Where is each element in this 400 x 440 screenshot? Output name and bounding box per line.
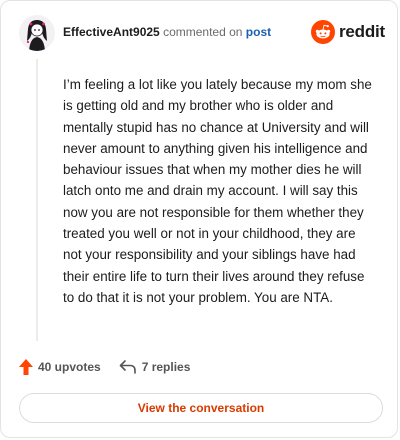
view-conversation-button[interactable]: View the conversation bbox=[19, 393, 383, 423]
reply-count: 7 replies bbox=[141, 360, 191, 374]
upvote-stat[interactable]: 40 upvotes bbox=[19, 359, 101, 375]
comment-card: EffectiveAnt9025 commented on post reddi… bbox=[0, 0, 398, 438]
reply-arrow-icon bbox=[119, 360, 136, 374]
reddit-snoo-icon bbox=[311, 20, 335, 44]
upvote-count: 40 upvotes bbox=[38, 360, 101, 374]
comment-body: I’m feeling a lot like you lately becaus… bbox=[63, 77, 372, 305]
avatar-figure-icon bbox=[19, 15, 55, 51]
reddit-logo[interactable]: reddit bbox=[311, 20, 385, 44]
upvote-arrow-icon bbox=[19, 359, 33, 375]
user-avatar[interactable] bbox=[19, 15, 55, 51]
comment-stats: 40 upvotes 7 replies bbox=[19, 359, 190, 375]
post-link[interactable]: post bbox=[246, 25, 271, 39]
comment-header: EffectiveAnt9025 commented on post bbox=[63, 25, 271, 39]
reddit-wordmark: reddit bbox=[339, 22, 386, 41]
reply-stat[interactable]: 7 replies bbox=[119, 360, 191, 374]
commented-on-label: commented on bbox=[163, 25, 243, 39]
thread-line bbox=[36, 59, 38, 341]
username-link[interactable]: EffectiveAnt9025 bbox=[63, 25, 160, 39]
